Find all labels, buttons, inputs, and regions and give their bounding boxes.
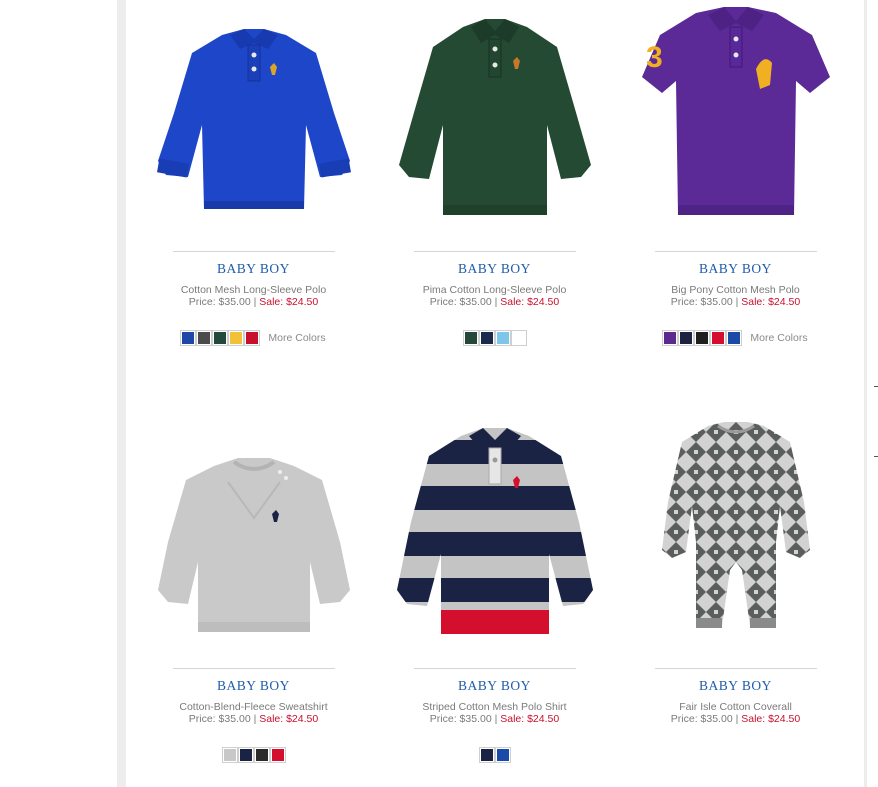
card-divider (172, 251, 335, 252)
color-swatch[interactable] (180, 330, 197, 346)
product-card: BABY BOY Pima Cotton Long-Sleeve Polo Pr… (374, 5, 615, 346)
svg-text:3: 3 (646, 41, 663, 74)
color-swatch[interactable] (726, 330, 743, 346)
color-swatches (374, 747, 615, 763)
price-separator: | (253, 713, 257, 725)
color-swatch[interactable] (221, 747, 238, 763)
color-swatch[interactable] (462, 330, 479, 346)
grey-sweatshirt-image[interactable] (144, 422, 364, 642)
card-divider (413, 668, 576, 669)
purple-short-sleeve-polo-image[interactable]: 3 (626, 5, 846, 225)
price-separator: | (253, 296, 257, 308)
product-name-link[interactable]: Big Pony Cotton Mesh Polo (615, 284, 856, 296)
color-swatch[interactable] (710, 330, 727, 346)
right-page-gutter (864, 0, 867, 787)
edge-mark (874, 386, 878, 387)
product-category-link[interactable]: BABY BOY (458, 678, 531, 694)
fair-isle-coverall-image[interactable] (626, 422, 846, 642)
color-swatch[interactable] (212, 330, 229, 346)
color-swatch[interactable] (478, 330, 495, 346)
price-line: Price: $35.00 | Sale: $24.50 (133, 296, 374, 308)
price-line: Price: $35.00 | Sale: $24.50 (615, 296, 856, 308)
product-card: 3 BABY BOY Big Pony Cotton Mesh Polo Pri… (615, 5, 856, 346)
color-swatch[interactable] (662, 330, 679, 346)
color-swatch[interactable] (494, 747, 511, 763)
color-swatch[interactable] (237, 747, 254, 763)
product-name-link[interactable]: Fair Isle Cotton Coverall (615, 701, 856, 713)
sale-price: Sale: $24.50 (500, 713, 560, 725)
regular-price: Price: $35.00 (188, 296, 251, 308)
regular-price: Price: $35.00 (188, 713, 251, 725)
color-swatch[interactable] (253, 747, 270, 763)
card-divider (654, 668, 817, 669)
striped-polo-image[interactable] (385, 422, 605, 642)
price-separator: | (494, 296, 498, 308)
product-name-link[interactable]: Pima Cotton Long-Sleeve Polo (374, 284, 615, 296)
more-colors-link[interactable]: More Colors (750, 332, 807, 344)
regular-price: Price: $35.00 (670, 713, 733, 725)
price-line: Price: $35.00 | Sale: $24.50 (374, 713, 615, 725)
sale-price: Sale: $24.50 (741, 713, 801, 725)
color-swatch[interactable] (228, 330, 245, 346)
color-swatches (133, 747, 374, 763)
product-name-link[interactable]: Cotton-Blend-Fleece Sweatshirt (133, 701, 374, 713)
color-swatch[interactable] (678, 330, 695, 346)
color-swatch[interactable] (244, 330, 261, 346)
color-swatches: More Colors (615, 330, 856, 346)
product-category-link[interactable]: BABY BOY (217, 261, 290, 277)
price-line: Price: $35.00 | Sale: $24.50 (615, 713, 856, 725)
card-divider (654, 251, 817, 252)
regular-price: Price: $35.00 (670, 296, 733, 308)
sale-price: Sale: $24.50 (259, 296, 319, 308)
product-card: BABY BOY Cotton Mesh Long-Sleeve Polo Pr… (133, 5, 374, 346)
card-divider (172, 668, 335, 669)
left-page-gutter (117, 0, 126, 787)
product-name-link[interactable]: Cotton Mesh Long-Sleeve Polo (133, 284, 374, 296)
more-colors-link[interactable]: More Colors (268, 332, 325, 344)
product-category-link[interactable]: BABY BOY (217, 678, 290, 694)
sale-price: Sale: $24.50 (741, 296, 801, 308)
color-swatches: More Colors (133, 330, 374, 346)
color-swatches (374, 330, 615, 346)
product-card: BABY BOY Striped Cotton Mesh Polo Shirt … (374, 422, 615, 763)
price-line: Price: $35.00 | Sale: $24.50 (374, 296, 615, 308)
color-swatch[interactable] (494, 330, 511, 346)
regular-price: Price: $35.00 (429, 296, 492, 308)
product-category-link[interactable]: BABY BOY (699, 261, 772, 277)
product-category-link[interactable]: BABY BOY (458, 261, 531, 277)
price-separator: | (494, 713, 498, 725)
color-swatch[interactable] (478, 747, 495, 763)
sale-price: Sale: $24.50 (259, 713, 319, 725)
green-long-sleeve-polo-image[interactable] (385, 5, 605, 225)
product-card: BABY BOY Cotton-Blend-Fleece Sweatshirt … (133, 422, 374, 763)
color-swatch[interactable] (196, 330, 213, 346)
product-grid: BABY BOY Cotton Mesh Long-Sleeve Polo Pr… (133, 0, 855, 787)
blue-long-sleeve-polo-image[interactable] (144, 5, 364, 225)
product-card: BABY BOY Fair Isle Cotton Coverall Price… (615, 422, 856, 725)
product-name-link[interactable]: Striped Cotton Mesh Polo Shirt (374, 701, 615, 713)
color-swatch[interactable] (269, 747, 286, 763)
product-category-link[interactable]: BABY BOY (699, 678, 772, 694)
price-line: Price: $35.00 | Sale: $24.50 (133, 713, 374, 725)
color-swatch[interactable] (694, 330, 711, 346)
regular-price: Price: $35.00 (429, 713, 492, 725)
color-swatch[interactable] (510, 330, 527, 346)
sale-price: Sale: $24.50 (500, 296, 560, 308)
price-separator: | (735, 296, 739, 308)
price-separator: | (735, 713, 739, 725)
card-divider (413, 251, 576, 252)
edge-mark (874, 456, 878, 457)
